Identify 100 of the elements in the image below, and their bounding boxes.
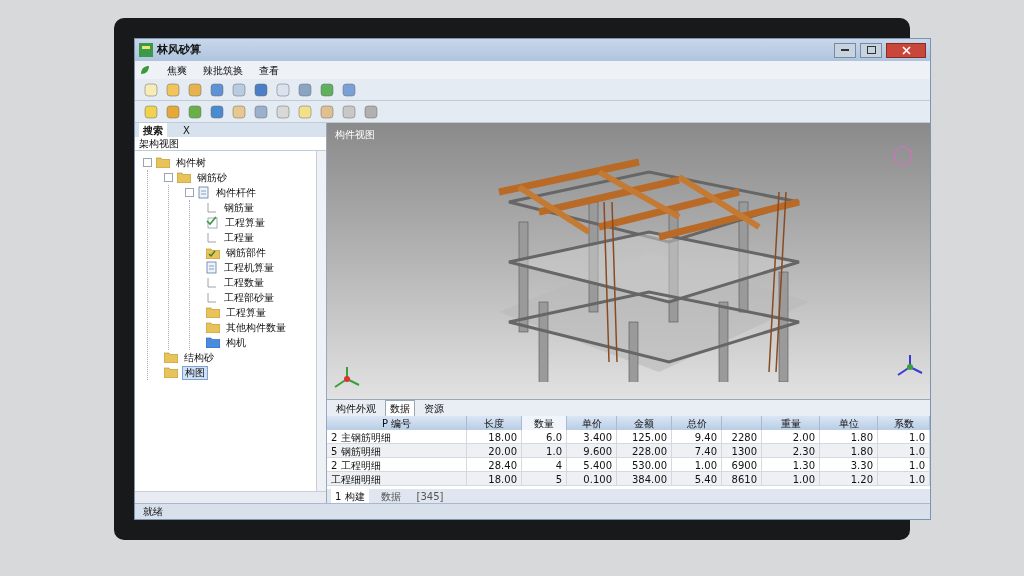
table-cell: 5.400 [567, 458, 617, 471]
tree-item[interactable]: 其他构件数量 [224, 321, 288, 334]
panel-tab[interactable]: X [179, 122, 194, 138]
toolbar-icon[interactable] [253, 103, 269, 120]
tree-item[interactable]: 构件树 [174, 156, 208, 169]
toolbar-icon[interactable] [209, 103, 225, 120]
table-cell: 1.80 [820, 430, 878, 443]
toolbar-icon[interactable] [165, 103, 181, 120]
table-cell: 18.00 [467, 430, 522, 443]
menu-item[interactable]: 辣批筑换 [203, 62, 243, 78]
minimize-button[interactable] [834, 42, 856, 58]
toolbar-icon[interactable] [187, 103, 203, 120]
scrollbar[interactable] [316, 151, 326, 491]
menu-item[interactable]: 焦爽 [167, 62, 187, 78]
table-cell: 28.40 [467, 458, 522, 471]
tree-item[interactable]: 钢筋部件 [224, 246, 268, 259]
toolbar-icon[interactable] [143, 103, 159, 120]
panel-header: 架构视图 [139, 137, 179, 151]
tab[interactable]: 数据 [385, 399, 415, 417]
table-cell: 20.00 [467, 444, 522, 457]
tree-item[interactable]: 工程机算量 [222, 261, 276, 274]
folder-check-icon [206, 246, 220, 259]
tree-item[interactable]: 钢筋砂 [195, 171, 229, 184]
tree-connector-icon [206, 201, 218, 214]
toolbar-icon[interactable] [319, 81, 335, 98]
table-cell: 2.30 [762, 444, 820, 457]
table-cell: 1.00 [672, 458, 722, 471]
table-cell: 2280 [722, 430, 762, 443]
tree-item[interactable]: 构机 [224, 336, 248, 349]
table-cell: 18.00 [467, 472, 522, 485]
table-cell: 3.30 [820, 458, 878, 471]
table-cell: 1.0 [878, 458, 930, 471]
sheet-tab[interactable]: 数据 [376, 488, 405, 504]
toolbar-icon[interactable] [165, 81, 181, 98]
toolbar-icon[interactable] [253, 81, 269, 98]
toolbar-icon[interactable] [341, 103, 357, 120]
folder-icon [206, 322, 220, 333]
restore-icon [866, 46, 876, 54]
tree-item[interactable]: 构图 [182, 365, 208, 380]
table-cell: 1.0 [878, 430, 930, 443]
toolbar-icon[interactable] [297, 81, 313, 98]
folder-icon [164, 367, 178, 378]
tree-item[interactable]: 工程部砂量 [222, 291, 276, 304]
table-cell: 125.00 [617, 430, 672, 443]
toolbar-icon[interactable] [341, 81, 357, 98]
table-cell: 1.0 [878, 444, 930, 457]
table-cell: 228.00 [617, 444, 672, 457]
table-cell: 2 主钢筋明细 [327, 430, 467, 443]
tree-item[interactable]: 工程数量 [222, 276, 266, 289]
viewport-title: 构件视图 [334, 128, 376, 142]
tree-item[interactable]: 工程量 [222, 231, 256, 244]
table-cell: 0.100 [567, 472, 617, 485]
menu-item[interactable]: 查看 [259, 62, 279, 78]
toolbar-icon[interactable] [275, 103, 291, 120]
toolbar-icon[interactable] [297, 103, 313, 120]
tree-item[interactable]: 工程算量 [224, 306, 268, 319]
toolbar-icon[interactable] [363, 103, 379, 120]
close-button[interactable] [886, 42, 926, 58]
table-cell: 6900 [722, 458, 762, 471]
toolbar-icon[interactable] [231, 103, 247, 120]
folder-icon [206, 307, 220, 318]
tree-item[interactable]: 结构砂 [182, 351, 216, 364]
column-header[interactable]: 数量 [522, 416, 567, 430]
toolbar-icon[interactable] [275, 81, 291, 98]
collapse-toggle-icon[interactable] [185, 188, 194, 197]
check-document-icon [206, 216, 219, 229]
maximize-button[interactable] [860, 42, 882, 58]
toolbar-icon[interactable] [231, 81, 247, 98]
toolbar-icon[interactable] [187, 81, 203, 98]
leaf-icon [139, 64, 151, 76]
tree-item[interactable]: 构件杆件 [214, 186, 258, 199]
tree-connector-icon [206, 276, 218, 289]
tree-item[interactable]: 钢筋量 [222, 201, 256, 214]
table-cell: 2.00 [762, 430, 820, 443]
table-cell: 384.00 [617, 472, 672, 485]
toolbar-icon[interactable] [143, 81, 159, 98]
table-cell: 5 钢筋明细 [327, 444, 467, 457]
table-cell: 7.40 [672, 444, 722, 457]
tree-item[interactable]: 工程算量 [223, 216, 267, 229]
close-icon [901, 45, 911, 55]
table-cell: 1.00 [762, 472, 820, 485]
tab[interactable]: 构件外观 [331, 399, 381, 417]
folder-icon [206, 337, 220, 348]
horizontal-scrollbar[interactable] [135, 491, 326, 503]
table-cell: 2 工程明细 [327, 458, 467, 471]
table-cell: 4 [522, 458, 567, 471]
collapse-toggle-icon[interactable] [143, 158, 152, 167]
tab[interactable]: 资源 [419, 399, 449, 417]
document-icon [206, 261, 218, 274]
collapse-toggle-icon[interactable] [164, 173, 173, 182]
table-cell: 530.00 [617, 458, 672, 471]
table-cell: 1.20 [820, 472, 878, 485]
toolbar-icon[interactable] [209, 81, 225, 98]
toolbar-icon[interactable] [319, 103, 335, 120]
table-cell: 3.400 [567, 430, 617, 443]
minimize-icon [841, 48, 849, 52]
table-cell: 5 [522, 472, 567, 485]
folder-icon [177, 172, 191, 183]
table-cell: 1300 [722, 444, 762, 457]
sheet-tab[interactable]: [345] [412, 488, 448, 504]
